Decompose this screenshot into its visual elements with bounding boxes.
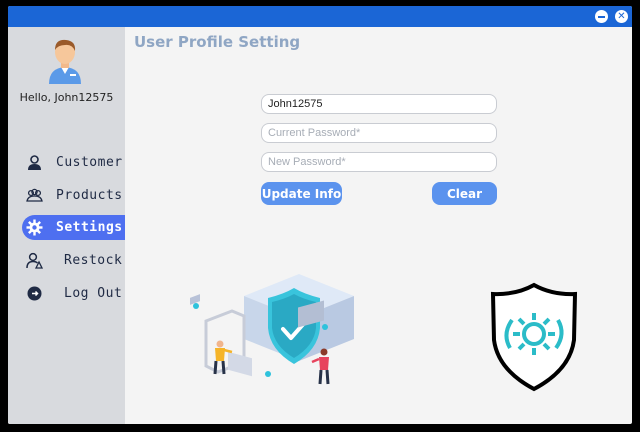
security-illustration [190,274,354,385]
minimize-icon [598,15,605,18]
sidebar-item-label: Settings [56,220,123,235]
title-bar[interactable]: ✕ [8,6,632,27]
shield-gear-icon [490,282,578,392]
sidebar-item-label: Products [56,188,123,203]
page-title: User Profile Setting [134,33,301,51]
restock-icon [26,252,43,269]
sidebar: Hello, John12575 Customer Products Setti… [8,27,125,424]
minimize-button[interactable] [595,10,608,23]
app-window: ✕ Hello, John12575 Customer Products Set… [8,6,632,424]
customer-icon [28,155,41,170]
current-password-field[interactable] [261,123,497,143]
sidebar-item-settings[interactable]: Settings [22,215,125,240]
logout-icon [27,286,42,301]
username-field[interactable] [261,94,497,114]
sidebar-item-label: Log Out [64,286,123,301]
products-icon [26,188,43,202]
sidebar-item-label: Customer [56,155,123,170]
update-info-button[interactable]: Update Info [261,182,342,205]
close-button[interactable]: ✕ [615,10,628,23]
sidebar-item-products[interactable]: Products [22,183,125,208]
sidebar-item-logout[interactable]: Log Out [22,281,125,306]
close-icon: ✕ [617,10,626,22]
user-avatar-icon [49,39,81,84]
greeting-text: Hello, John12575 [19,91,114,104]
new-password-field[interactable] [261,152,497,172]
sidebar-item-label: Restock [64,253,123,268]
clear-button[interactable]: Clear [432,182,497,205]
gear-icon [26,219,43,236]
sidebar-item-customer[interactable]: Customer [22,150,125,175]
sidebar-item-restock[interactable]: Restock [22,248,125,273]
